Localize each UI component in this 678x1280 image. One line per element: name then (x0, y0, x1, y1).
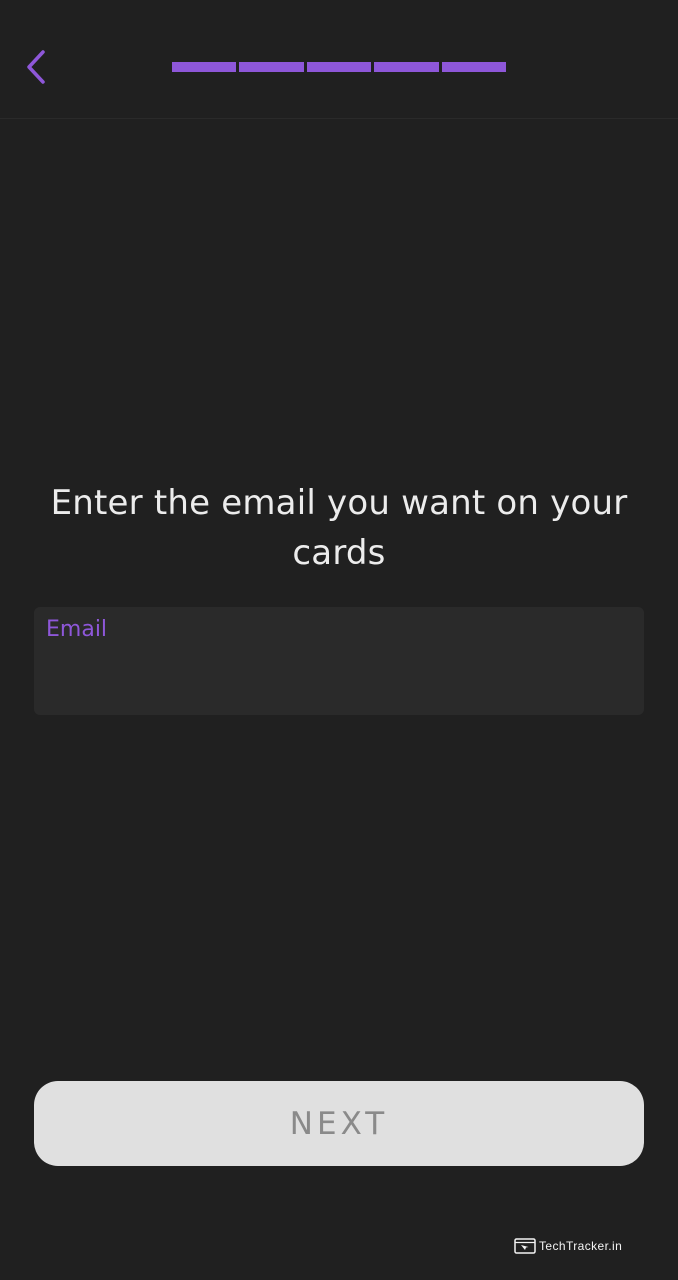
next-button[interactable]: NEXT (34, 1081, 644, 1166)
progress-step (374, 62, 439, 72)
progress-step (441, 62, 507, 72)
email-input[interactable] (46, 653, 632, 701)
progress-step (306, 62, 372, 72)
email-field-label: Email (46, 617, 108, 642)
back-button[interactable] (18, 44, 54, 90)
chevron-left-icon (27, 50, 45, 84)
progress-indicator (172, 62, 507, 72)
top-bar (0, 0, 678, 119)
progress-step (172, 62, 237, 72)
progress-step (239, 62, 304, 72)
watermark: TechTracker.in (514, 1236, 622, 1256)
email-field[interactable]: Email (34, 607, 644, 715)
page-prompt: Enter the email you want on your cards (50, 483, 628, 573)
watermark-text: TechTracker.in (539, 1239, 623, 1253)
browser-window-icon (514, 1238, 536, 1254)
